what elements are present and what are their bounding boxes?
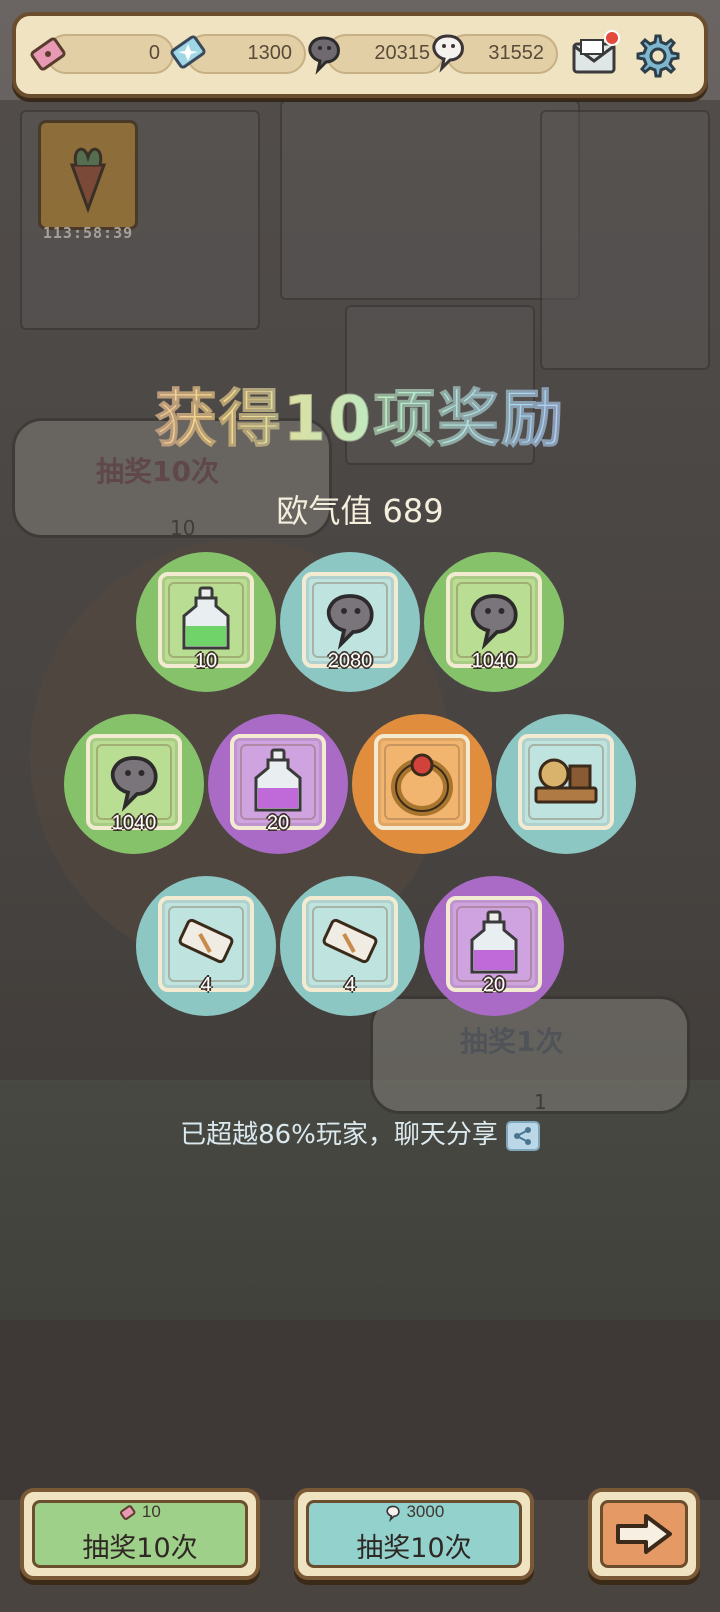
reward-item[interactable]: 1040 — [424, 552, 564, 692]
arrow-right-icon — [616, 1514, 672, 1554]
purple-potion-icon — [238, 742, 318, 822]
result-title: 获得10项奖励 — [0, 368, 720, 458]
reward-item[interactable]: 4 — [280, 876, 420, 1016]
ghost-soul-icon — [94, 742, 174, 822]
reward-item[interactable]: 10 — [136, 552, 276, 692]
light-ghost-icon — [386, 1505, 400, 1522]
reward-quantity: 20 — [266, 812, 290, 834]
light-ghost-count: 31552 — [488, 42, 544, 64]
dark-ghost-icon — [300, 30, 348, 78]
share-text: 已超越86%玩家，聊天分享 — [180, 1120, 498, 1150]
reward-item[interactable]: 2080 — [280, 552, 420, 692]
draw-10-ticket-label: 抽奖10次 — [82, 1533, 198, 1564]
reward-quantity: 2080 — [327, 650, 373, 672]
reward-quantity: 10 — [194, 650, 218, 672]
draw-10-ghost-button[interactable]: 3000 抽奖10次 — [294, 1488, 534, 1580]
reward-item[interactable]: 20 — [424, 876, 564, 1016]
draw-10-ticket-cost: 10 — [24, 1502, 256, 1522]
gold-ring-icon — [382, 742, 462, 822]
share-icon[interactable] — [505, 1120, 540, 1151]
reward-quantity: 4 — [344, 974, 356, 996]
crystal-ticket-icon — [164, 28, 212, 76]
scroll-icon — [166, 904, 246, 984]
reward-quantity: 1040 — [471, 650, 517, 672]
mail-notification-badge — [604, 30, 620, 46]
ghost-soul-icon — [310, 580, 390, 660]
light-ghost-icon — [424, 28, 472, 76]
gear-icon — [636, 34, 680, 78]
draw-10-ghost-label: 抽奖10次 — [356, 1533, 472, 1564]
reward-quantity: 20 — [482, 974, 506, 996]
ghost-soul-icon — [454, 580, 534, 660]
next-button-face — [600, 1500, 688, 1568]
machine-icon — [526, 742, 606, 822]
luck-value: 欧气值 689 — [276, 492, 444, 530]
share-row[interactable]: 已超越86%玩家，聊天分享 — [0, 1114, 720, 1151]
dark-ghost-count: 20315 — [374, 42, 430, 64]
draw-10-ticket-button[interactable]: 10 抽奖10次 — [20, 1488, 260, 1580]
ticket-icon — [24, 30, 72, 78]
reward-quantity: 4 — [200, 974, 212, 996]
mail-button[interactable] — [568, 30, 620, 82]
ticket-count: 0 — [148, 42, 160, 64]
crystal-count: 1300 — [247, 42, 293, 64]
next-button[interactable] — [588, 1488, 700, 1580]
reward-item[interactable]: 4 — [136, 876, 276, 1016]
purple-potion-icon — [454, 904, 534, 984]
ticket-icon — [120, 1504, 136, 1520]
reward-item[interactable]: 1040 — [64, 714, 204, 854]
reward-quantity: 1040 — [111, 812, 157, 834]
draw-10-ghost-cost: 3000 — [298, 1502, 530, 1522]
resource-bar: 0 1300 20315 31552 — [12, 12, 708, 98]
scroll-icon — [310, 904, 390, 984]
reward-item[interactable]: 20 — [208, 714, 348, 854]
green-potion-icon — [166, 580, 246, 660]
settings-button[interactable] — [630, 30, 682, 82]
reward-item[interactable] — [496, 714, 636, 854]
reward-item[interactable] — [352, 714, 492, 854]
